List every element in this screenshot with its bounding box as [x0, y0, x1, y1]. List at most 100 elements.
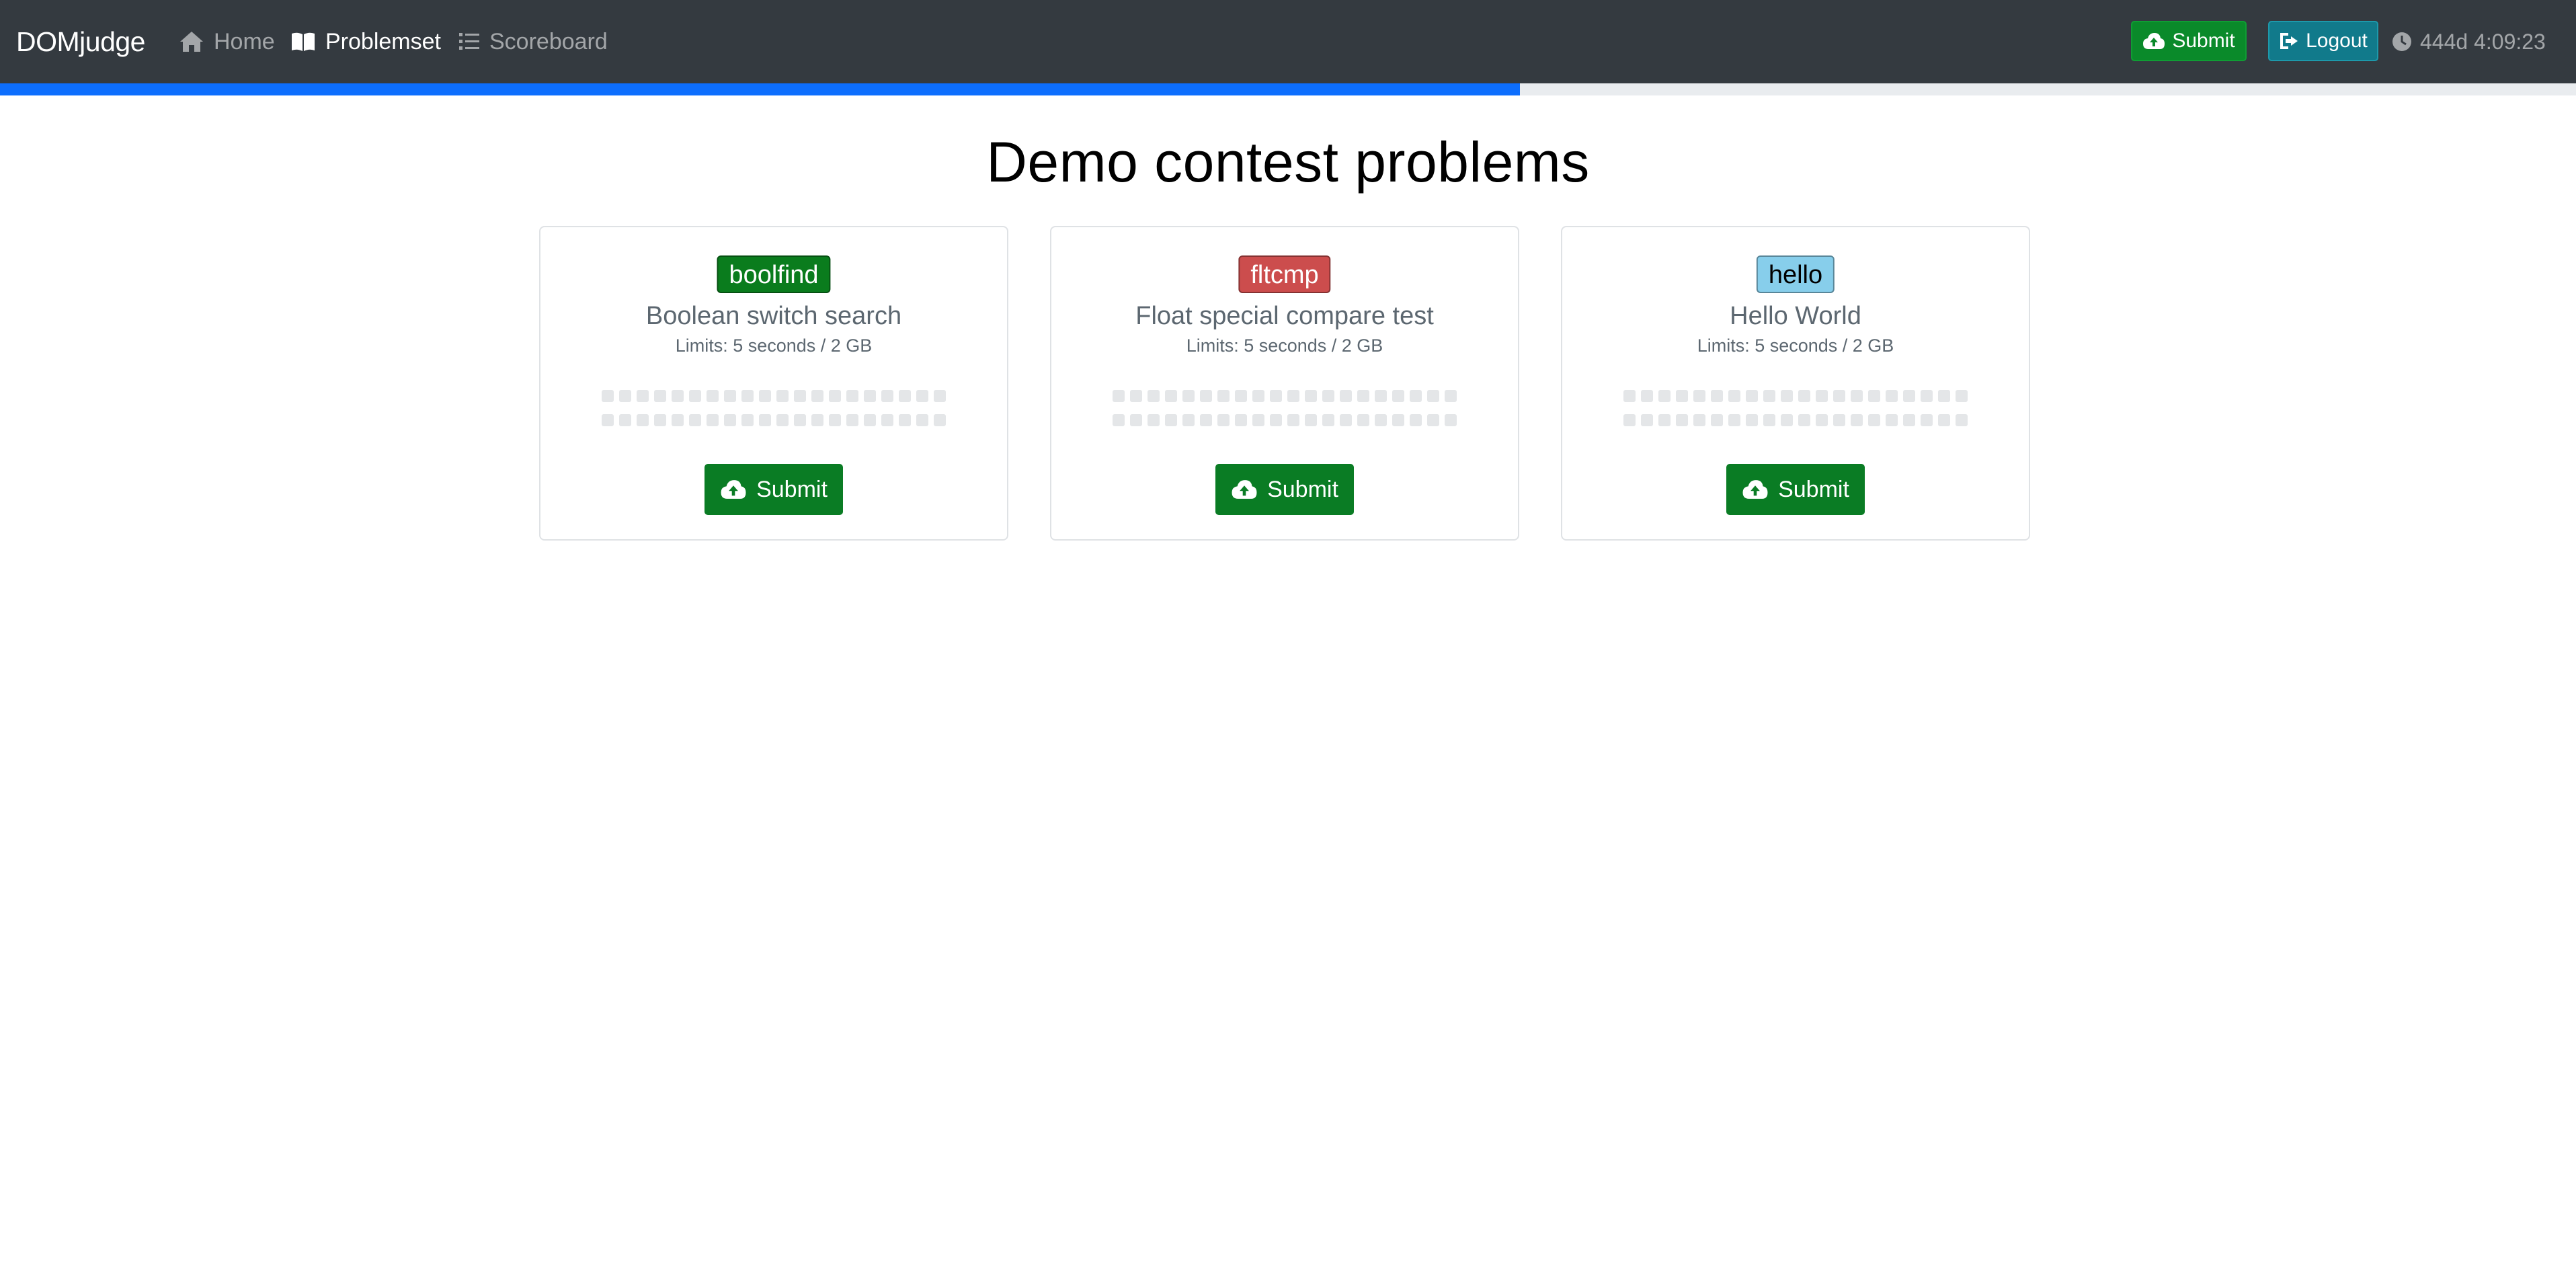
testcase-cell	[1938, 414, 1950, 426]
testcase-cell	[637, 414, 649, 426]
testcase-cell	[1148, 414, 1160, 426]
testcase-cell	[1833, 390, 1845, 402]
book-icon	[292, 32, 315, 51]
testcase-cell	[1165, 414, 1177, 426]
testcase-cell	[724, 414, 736, 426]
nav-scoreboard-label: Scoreboard	[489, 28, 608, 54]
testcase-cell	[1711, 414, 1723, 426]
testcase-cell	[899, 414, 911, 426]
testcase-cell	[1113, 390, 1125, 402]
page-title: Demo contest problems	[986, 130, 1590, 194]
testcase-cell	[707, 390, 719, 402]
testcase-cell	[1676, 390, 1688, 402]
contest-progress-fill	[0, 83, 1520, 95]
testcase-cell	[1728, 390, 1740, 402]
testcase-cell	[1217, 414, 1230, 426]
testcase-cell	[1868, 390, 1880, 402]
problem-submit-button[interactable]: Submit	[1215, 464, 1354, 515]
testcase-cell	[1235, 390, 1247, 402]
testcase-cell	[1956, 390, 1968, 402]
problem-submit-button[interactable]: Submit	[705, 464, 843, 515]
testcase-cell	[1798, 414, 1810, 426]
testcase-cell	[1921, 414, 1933, 426]
nav-home[interactable]: Home	[179, 0, 275, 83]
testcase-cells	[1110, 390, 1459, 426]
testcase-cell	[829, 414, 841, 426]
testcase-cell	[1781, 390, 1793, 402]
problem-submit-label: Submit	[1778, 476, 1849, 502]
testcase-cell	[1746, 390, 1758, 402]
testcase-cell	[1658, 390, 1671, 402]
testcase-cell	[1798, 390, 1810, 402]
testcase-cell	[1217, 390, 1230, 402]
problem-name: Float special compare test	[1135, 302, 1434, 330]
problem-submit-button[interactable]: Submit	[1726, 464, 1865, 515]
problem-badge: hello	[1756, 255, 1835, 293]
testcase-cells	[1621, 390, 1970, 426]
testcase-cell	[1270, 390, 1282, 402]
testcase-cell	[1427, 390, 1439, 402]
cloud-upload-icon	[1742, 480, 1768, 499]
testcase-cell	[934, 390, 946, 402]
testcase-cell	[1833, 414, 1845, 426]
testcase-cell	[1658, 414, 1671, 426]
testcase-cell	[1641, 414, 1653, 426]
testcase-cell	[1200, 414, 1212, 426]
testcase-cell	[1357, 390, 1369, 402]
testcase-cell	[724, 390, 736, 402]
clock-text: 444d 4:09:23	[2420, 29, 2546, 54]
nav-problemset[interactable]: Problemset	[290, 0, 441, 83]
testcase-cell	[1130, 390, 1142, 402]
problem-badge: boolfind	[717, 255, 831, 293]
testcase-cell	[916, 390, 928, 402]
testcase-cell	[881, 390, 893, 402]
testcase-cell	[1375, 390, 1387, 402]
list-ol-icon	[459, 33, 479, 50]
testcase-cell	[1851, 390, 1863, 402]
testcase-cell	[1357, 414, 1369, 426]
testcase-cell	[1711, 390, 1723, 402]
testcase-cell	[899, 390, 911, 402]
testcase-cell	[1445, 390, 1457, 402]
testcase-cell	[1816, 414, 1828, 426]
testcase-cell	[1182, 390, 1195, 402]
testcase-cell	[1886, 390, 1898, 402]
testcase-cell	[1113, 414, 1125, 426]
testcase-cell	[1693, 390, 1705, 402]
testcase-cell	[741, 390, 754, 402]
testcase-cell	[1641, 390, 1653, 402]
testcase-cell	[689, 414, 701, 426]
testcase-cell	[881, 414, 893, 426]
testcase-cell	[864, 414, 876, 426]
testcase-cell	[829, 390, 841, 402]
testcase-cells	[599, 390, 949, 426]
testcase-cell	[1410, 390, 1422, 402]
nav-scoreboard[interactable]: Scoreboard	[458, 0, 608, 83]
testcase-cell	[1623, 390, 1636, 402]
problem-limits: Limits: 5 seconds / 2 GB	[1186, 335, 1383, 356]
problem-name: Boolean switch search	[645, 302, 902, 330]
testcase-cell	[1728, 414, 1740, 426]
testcase-cell	[1375, 414, 1387, 426]
testcase-cell	[1322, 414, 1334, 426]
brand-logo[interactable]: DOMjudge	[16, 0, 145, 83]
problem-card-hello: hello Hello World Limits: 5 seconds / 2 …	[1561, 226, 2030, 541]
testcase-cell	[846, 414, 858, 426]
logout-button[interactable]: Logout	[2268, 21, 2378, 61]
testcase-cell	[1938, 390, 1950, 402]
testcase-cell	[811, 414, 823, 426]
testcase-cell	[776, 390, 789, 402]
testcase-cell	[672, 414, 684, 426]
testcase-cell	[811, 390, 823, 402]
testcase-cell	[1322, 390, 1334, 402]
testcase-cell	[1270, 414, 1282, 426]
testcase-cell	[916, 414, 928, 426]
navbar-submit-button[interactable]: Submit	[2131, 21, 2247, 61]
problem-submit-label: Submit	[1267, 476, 1338, 502]
testcase-cell	[1340, 390, 1352, 402]
testcase-cell	[794, 390, 806, 402]
testcase-cell	[1693, 414, 1705, 426]
testcase-cell	[759, 390, 771, 402]
testcase-cell	[602, 390, 614, 402]
testcase-cell	[1903, 390, 1915, 402]
